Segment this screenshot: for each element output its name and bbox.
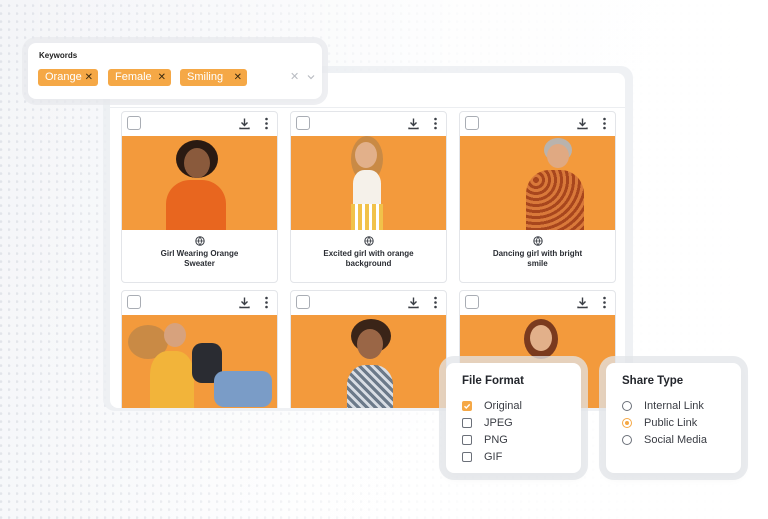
- more-options-icon[interactable]: [264, 117, 269, 130]
- option-label: PNG: [484, 434, 508, 446]
- select-checkbox[interactable]: [296, 116, 310, 130]
- card-toolbar: [122, 291, 277, 315]
- select-checkbox[interactable]: [465, 116, 479, 130]
- card-toolbar: [291, 291, 446, 315]
- person-skirt: [351, 204, 383, 230]
- keyword-chip-orange[interactable]: Orange ✕: [38, 69, 98, 86]
- share-option-social-media[interactable]: Social Media: [622, 433, 732, 447]
- radio-button[interactable]: [622, 418, 632, 428]
- share-option-internal-link[interactable]: Internal Link: [622, 399, 732, 413]
- checkbox[interactable]: [462, 401, 472, 411]
- option-label: GIF: [484, 451, 503, 463]
- select-checkbox[interactable]: [127, 295, 141, 309]
- file-format-title: File Format: [462, 375, 524, 387]
- chip-label: Smiling: [187, 71, 224, 83]
- person-body: [166, 180, 226, 230]
- person-face: [547, 144, 569, 168]
- asset-thumbnail[interactable]: [460, 136, 615, 230]
- download-icon[interactable]: [407, 117, 420, 130]
- person-face: [184, 148, 210, 178]
- check-icon: [464, 403, 471, 410]
- person-body: [526, 170, 584, 230]
- more-options-icon[interactable]: [264, 296, 269, 309]
- globe-icon: [532, 236, 543, 246]
- card-title: Girl Wearing Orange Sweater: [160, 249, 239, 268]
- remove-chip-icon[interactable]: ✕: [158, 69, 166, 86]
- card-toolbar: [460, 291, 615, 315]
- select-checkbox[interactable]: [127, 116, 141, 130]
- checkbox[interactable]: [462, 452, 472, 462]
- option-label: Internal Link: [644, 400, 704, 412]
- checkbox[interactable]: [462, 435, 472, 445]
- person-face: [530, 325, 552, 351]
- card-toolbar: [291, 112, 446, 136]
- chip-label: Female: [115, 71, 152, 83]
- asset-thumbnail[interactable]: [291, 315, 446, 408]
- person-jeans: [214, 371, 272, 407]
- card-meta: Dancing girl with bright smile: [460, 230, 615, 282]
- remove-chip-icon[interactable]: ✕: [85, 69, 93, 86]
- share-option-public-link[interactable]: Public Link: [622, 416, 732, 430]
- card-title: Dancing girl with bright smile: [492, 249, 583, 268]
- person-face: [355, 142, 377, 168]
- globe-icon: [363, 236, 374, 246]
- format-option-gif[interactable]: GIF: [462, 450, 562, 464]
- chip-label: Orange: [45, 71, 82, 83]
- asset-thumbnail[interactable]: [122, 136, 277, 230]
- person-face: [357, 329, 383, 359]
- asset-thumbnail[interactable]: [291, 136, 446, 230]
- keywords-label: Keywords: [39, 51, 78, 60]
- more-options-icon[interactable]: [602, 296, 607, 309]
- card-toolbar: [460, 112, 615, 136]
- option-label: Public Link: [644, 417, 698, 429]
- option-label: JPEG: [484, 417, 513, 429]
- keywords-filter[interactable]: Keywords Orange ✕ Female ✕ Smiling ✕ ✕: [28, 43, 322, 99]
- more-options-icon[interactable]: [602, 117, 607, 130]
- person-top: [353, 170, 381, 204]
- download-icon[interactable]: [576, 296, 589, 309]
- option-label: Social Media: [644, 434, 707, 446]
- radio-button[interactable]: [622, 435, 632, 445]
- chevron-down-icon[interactable]: [307, 73, 315, 81]
- asset-card[interactable]: Dancing girl with bright smile: [459, 111, 616, 283]
- file-format-panel: File Format Original JPEG PNG GIF: [446, 363, 581, 473]
- person-body: [347, 365, 393, 408]
- share-type-panel: Share Type Internal Link Public Link Soc…: [606, 363, 741, 473]
- select-checkbox[interactable]: [296, 295, 310, 309]
- share-type-title: Share Type: [622, 375, 684, 387]
- asset-card[interactable]: Girl Wearing Orange Sweater: [121, 111, 278, 283]
- keyword-chip-female[interactable]: Female ✕: [108, 69, 171, 86]
- asset-card[interactable]: [290, 290, 447, 408]
- download-icon[interactable]: [407, 296, 420, 309]
- select-checkbox[interactable]: [465, 295, 479, 309]
- close-icon[interactable]: ✕: [290, 70, 299, 83]
- download-icon[interactable]: [576, 117, 589, 130]
- download-icon[interactable]: [238, 296, 251, 309]
- checkbox[interactable]: [462, 418, 472, 428]
- format-option-original[interactable]: Original: [462, 399, 562, 413]
- person-body: [150, 351, 194, 408]
- asset-card[interactable]: [121, 290, 278, 408]
- person-face: [164, 323, 186, 347]
- radio-button[interactable]: [622, 401, 632, 411]
- card-meta: Excited girl with orange background: [291, 230, 446, 282]
- asset-thumbnail[interactable]: [122, 315, 277, 408]
- more-options-icon[interactable]: [433, 296, 438, 309]
- format-option-jpeg[interactable]: JPEG: [462, 416, 562, 430]
- format-option-png[interactable]: PNG: [462, 433, 562, 447]
- card-title: Excited girl with orange background: [323, 249, 414, 268]
- remove-chip-icon[interactable]: ✕: [234, 69, 242, 86]
- card-meta: Girl Wearing Orange Sweater: [122, 230, 277, 282]
- globe-icon: [194, 236, 205, 246]
- more-options-icon[interactable]: [433, 117, 438, 130]
- asset-card[interactable]: Excited girl with orange background: [290, 111, 447, 283]
- option-label: Original: [484, 400, 522, 412]
- keyword-chip-smiling[interactable]: Smiling ✕: [180, 69, 247, 86]
- gallery-window: Girl Wearing Orange Sweater Excited girl…: [110, 73, 625, 408]
- download-icon[interactable]: [238, 117, 251, 130]
- card-toolbar: [122, 112, 277, 136]
